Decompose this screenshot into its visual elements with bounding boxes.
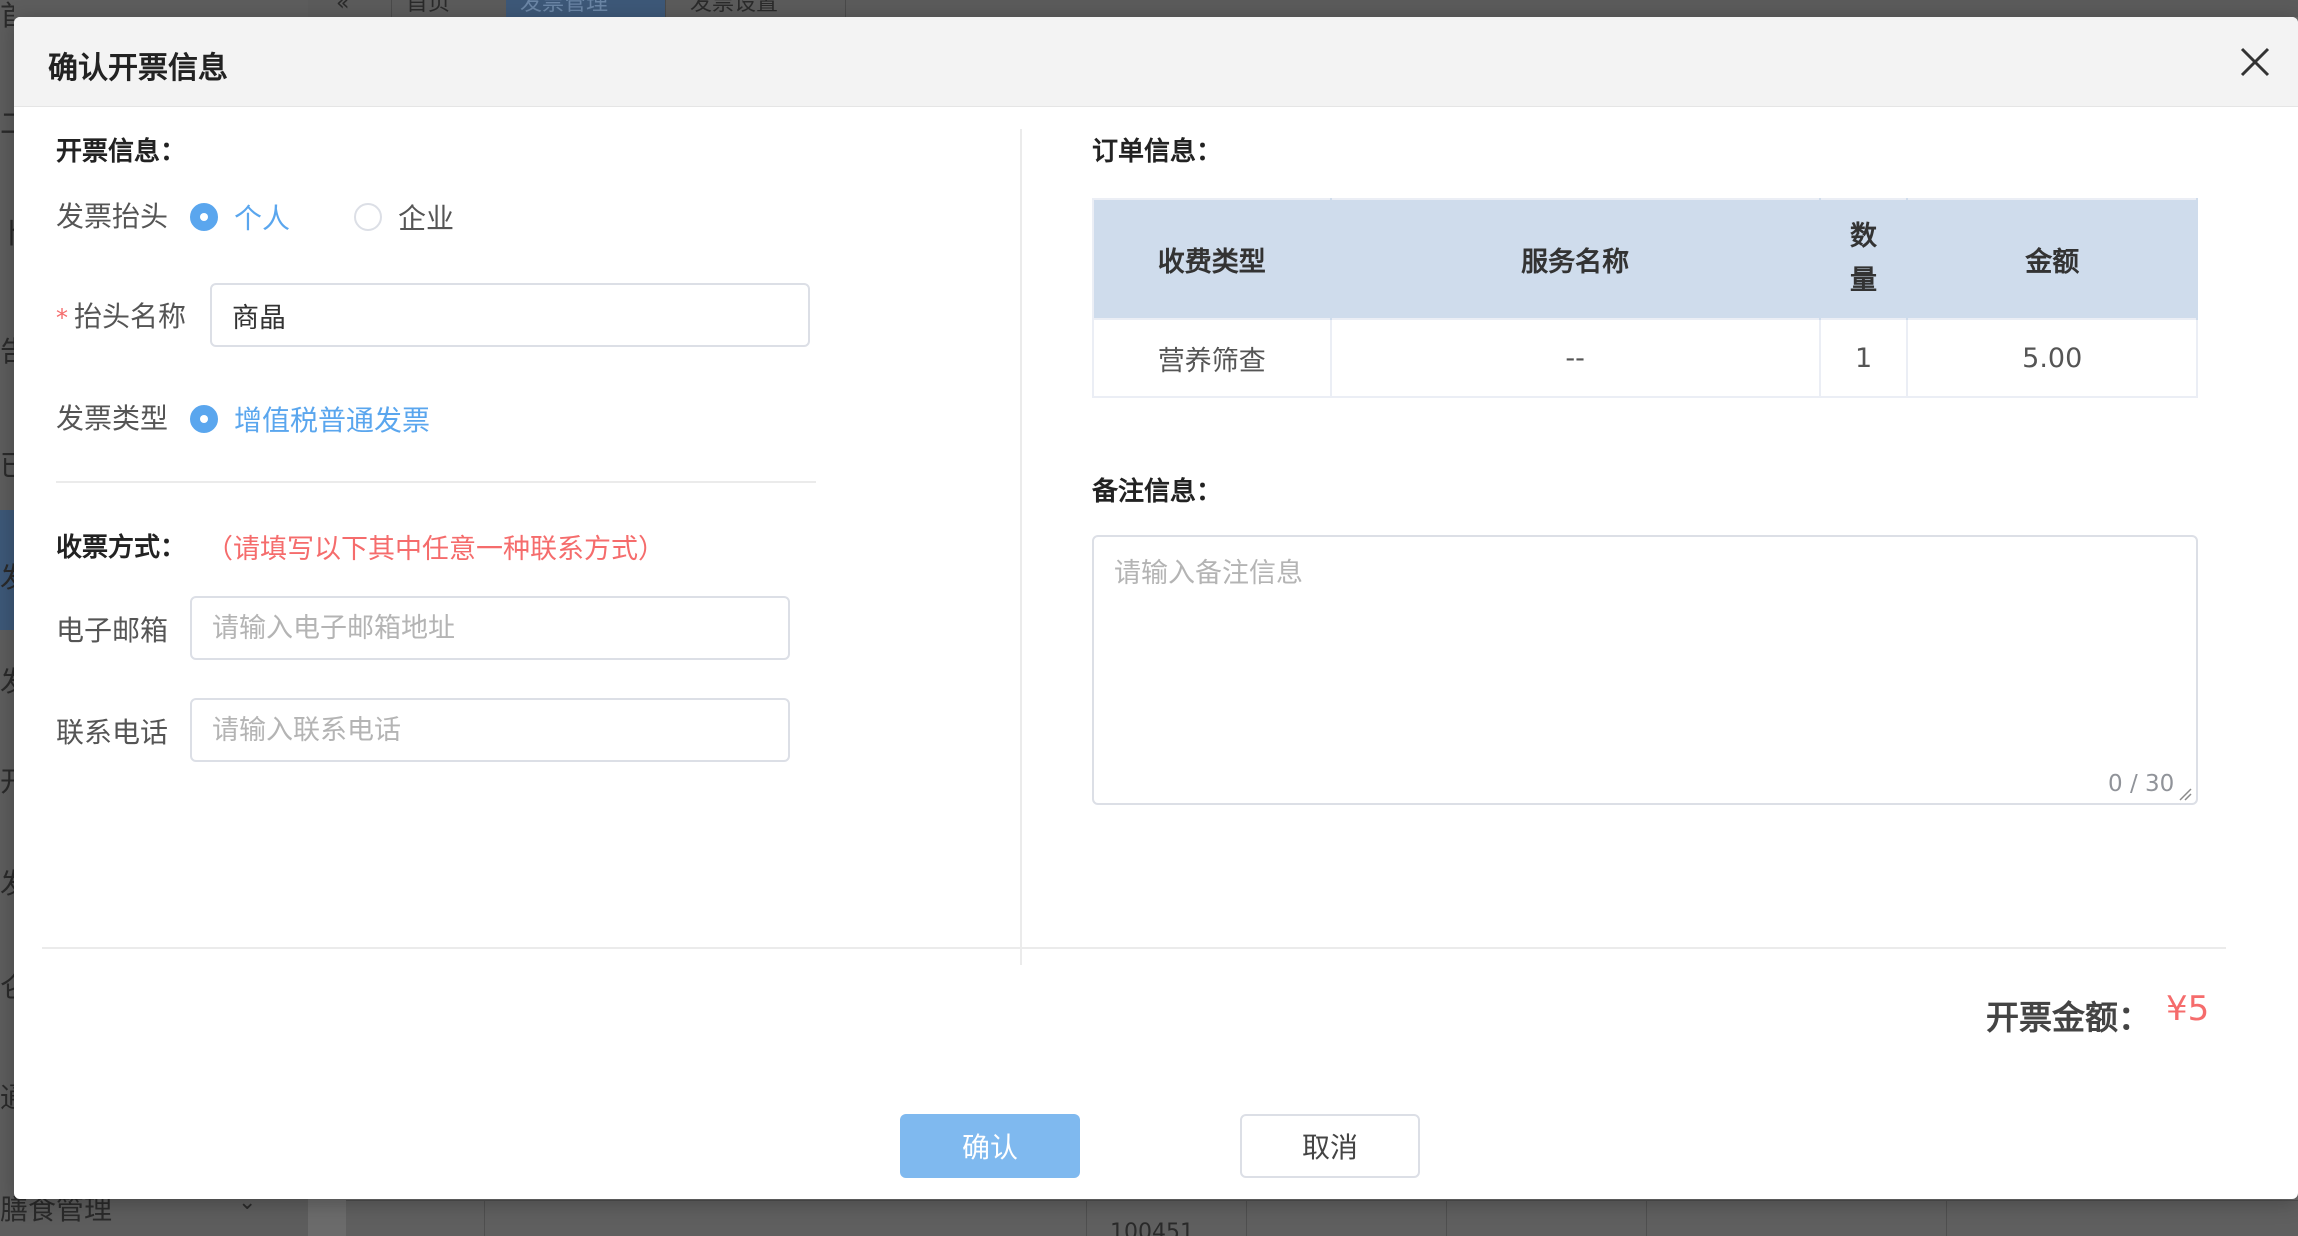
bg-tab-bar: « 首页 发票管理 发票设置 [308,0,2298,17]
bg-sidebar-item: 发 [0,660,14,700]
email-label: 电子邮箱 [56,614,169,647]
qty-header-line: 数 [1850,221,1878,252]
bg-sidebar-item: 发 [0,862,14,902]
table-cell: -- [1330,318,1821,397]
bg-table-divider [1246,1200,1247,1236]
bg-sidebar-item: 卜 [0,212,14,252]
table-header-row: 收费类型 服务名称 数 量 金额 [1093,199,2198,319]
confirm-invoice-dialog: 确认开票信息 开票信息： 发票抬头 个人 企业 *抬头名称 发票类型 增值税普通… [14,17,2298,1199]
phone-label: 联系电话 [56,716,169,749]
bg-sidebar-item: 已 [0,444,14,484]
dialog-title: 确认开票信息 [48,51,228,86]
dialog-header: 确认开票信息 [14,17,2298,107]
cancel-button[interactable]: 取消 [1240,1114,1420,1178]
bg-table-cell: 100451 [1110,1220,1194,1236]
table-cell: 营养筛查 [1093,318,1332,397]
invoice-type-label: 发票类型 [56,402,169,435]
close-icon[interactable] [2234,41,2276,83]
table-header-cell: 收费类型 [1093,199,1332,319]
bg-table-divider [484,1200,485,1236]
phone-input[interactable] [190,698,790,762]
order-table: 收费类型 服务名称 数 量 金额 营养筛查 -- 1 5.00 [1092,198,2198,398]
bg-table [346,1200,2298,1236]
resize-grip-icon[interactable] [2178,787,2192,801]
remark-counter: 0 / 30 [2108,771,2175,797]
bg-sidebar-item: 仑 [0,966,14,1006]
required-marker: * [56,304,68,332]
radio-company[interactable]: 企业 [354,197,454,237]
total-amount-label: 开票金额： [1986,998,2151,1037]
invoice-info-title: 开票信息： [56,137,187,167]
bg-sidebar-item: 二 [0,102,14,142]
radio-unchecked-icon [354,203,382,231]
bg-sidebar-item: 告 [0,330,14,370]
bg-sidebar-item: 发 [0,556,14,596]
radio-vat-normal-invoice[interactable]: 增值税普通发票 [190,399,430,439]
total-amount-value: ¥5 [2166,989,2210,1029]
bg-sidebar-item: 开 [0,760,14,800]
receive-method-hint: （请填写以下其中任意一种联系方式） [206,534,665,565]
header-name-input[interactable] [210,283,810,347]
radio-personal[interactable]: 个人 [190,197,290,237]
radio-label: 个人 [234,202,291,235]
bg-tab-invoice-manage: 发票管理 [506,0,666,17]
table-header-cell-qty: 数 量 [1819,199,1909,319]
bg-tab-invoice-settings: 发票设置 [676,0,846,17]
table-header-cell: 服务名称 [1330,199,1821,319]
qty-header-line: 量 [1850,265,1878,296]
left-divider [56,481,816,483]
bg-table-divider [1646,1200,1647,1236]
table-header-cell: 金额 [1907,199,2198,319]
receive-method-title: 收票方式： [56,533,187,563]
radio-checked-icon [190,203,218,231]
radio-label: 企业 [398,202,455,235]
table-cell: 1 [1819,318,1909,397]
header-type-label: 发票抬头 [56,200,169,233]
bg-table-divider [1086,1200,1087,1236]
bottom-divider [42,947,2226,949]
table-cell: 5.00 [1907,318,2198,397]
confirm-button[interactable]: 确认 [900,1114,1080,1178]
bg-tab-collapse: « [322,0,392,17]
radio-checked-icon [190,405,218,433]
header-name-label: * 抬头名称 [56,295,186,335]
radio-label: 增值税普通发票 [234,404,431,437]
email-input[interactable] [190,596,790,660]
bg-tab-home: 首页 [392,0,516,17]
bg-sidebar-item: 通 [0,1076,14,1116]
bg-table-divider [1946,1200,1947,1236]
header-name-label-text: 抬头名称 [74,300,187,333]
table-row: 营养筛查 -- 1 5.00 [1093,318,2198,397]
bg-table-divider [1446,1200,1447,1236]
column-divider [1020,129,1022,965]
remark-title: 备注信息： [1092,477,1223,507]
order-info-title: 订单信息： [1092,137,1223,167]
remark-textarea[interactable] [1092,535,2198,805]
bg-sidebar-item: 首页 [0,0,14,34]
